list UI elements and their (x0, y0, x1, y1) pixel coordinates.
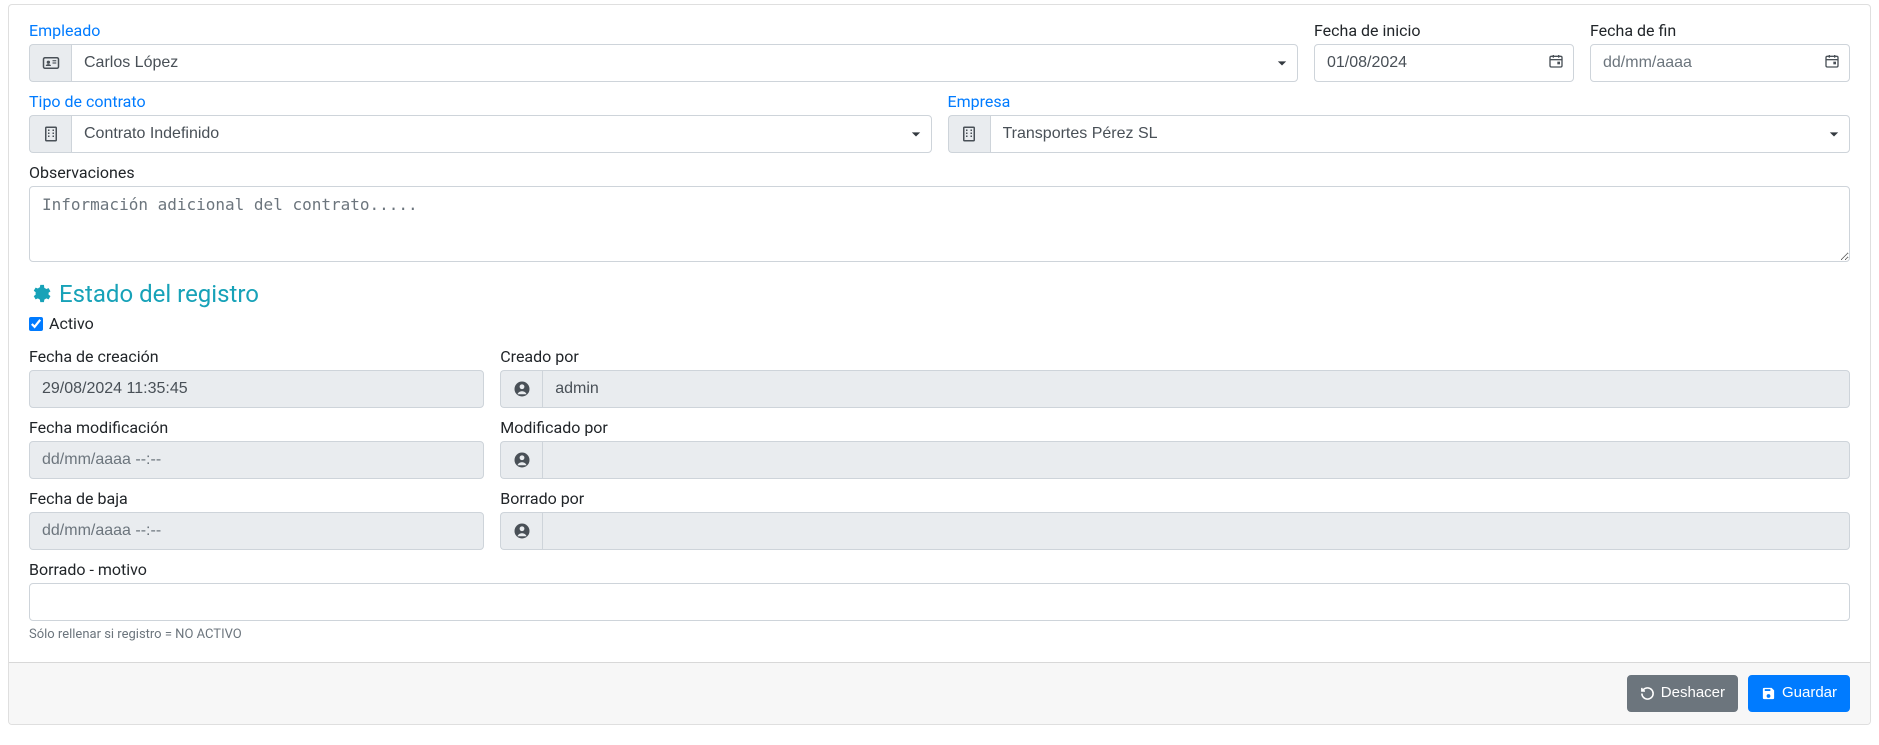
label-borrado-motivo: Borrado - motivo (29, 560, 1850, 579)
label-fecha-creacion: Fecha de creación (29, 347, 484, 366)
label-fecha-fin: Fecha de fin (1590, 21, 1850, 40)
label-observaciones: Observaciones (29, 163, 1850, 182)
input-fecha-fin[interactable] (1590, 44, 1850, 82)
input-group-empleado: Carlos López (29, 44, 1298, 82)
row-modificacion: Fecha modificación Modificado por (29, 418, 1850, 479)
undo-icon (1640, 686, 1655, 701)
input-group-creado-por (500, 370, 1850, 408)
label-tipo-contrato[interactable]: Tipo de contrato (29, 92, 932, 111)
gear-icon (29, 283, 51, 305)
group-fecha-creacion: Fecha de creación (29, 347, 484, 408)
group-fecha-modificacion: Fecha modificación (29, 418, 484, 479)
select-empleado[interactable]: Carlos López (71, 44, 1298, 82)
form-card: Empleado Carlos López Fecha de inicio (8, 4, 1871, 725)
textarea-observaciones[interactable] (29, 186, 1850, 262)
user-icon (500, 441, 542, 479)
group-creado-por: Creado por (500, 347, 1850, 408)
group-fecha-fin: Fecha de fin (1590, 21, 1850, 82)
save-icon (1761, 686, 1776, 701)
input-group-empresa: Transportes Pérez SL (948, 115, 1851, 153)
input-group-modificado-por (500, 441, 1850, 479)
input-borrado-motivo[interactable] (29, 583, 1850, 621)
input-fecha-modificacion (29, 441, 484, 479)
input-fecha-baja (29, 512, 484, 550)
user-icon (500, 370, 542, 408)
label-fecha-modificacion: Fecha modificación (29, 418, 484, 437)
undo-button[interactable]: Deshacer (1627, 675, 1738, 712)
row-creacion: Fecha de creación Creado por (29, 347, 1850, 408)
group-tipo-contrato: Tipo de contrato Contrato Indefinido (29, 92, 932, 153)
section-title: Estado del registro (59, 280, 259, 308)
row-empleado-fechas: Empleado Carlos López Fecha de inicio (29, 21, 1850, 82)
checkbox-activo-row: Activo (29, 314, 1850, 333)
group-modificado-por: Modificado por (500, 418, 1850, 479)
label-fecha-inicio: Fecha de inicio (1314, 21, 1574, 40)
label-empleado[interactable]: Empleado (29, 21, 1298, 40)
select-tipo-contrato[interactable]: Contrato Indefinido (71, 115, 932, 153)
checkbox-activo[interactable] (29, 317, 43, 331)
section-header-estado: Estado del registro (29, 280, 1850, 308)
row-contrato-empresa: Tipo de contrato Contrato Indefinido Emp… (29, 92, 1850, 153)
help-borrado-motivo: Sólo rellenar si registro = NO ACTIVO (29, 627, 1850, 642)
id-card-icon (29, 44, 71, 82)
group-fecha-baja: Fecha de baja (29, 489, 484, 550)
date-input-fin (1590, 44, 1850, 82)
label-modificado-por: Modificado por (500, 418, 1850, 437)
building-icon (948, 115, 990, 153)
user-icon (500, 512, 542, 550)
date-input-inicio (1314, 44, 1574, 82)
building-icon (29, 115, 71, 153)
label-creado-por: Creado por (500, 347, 1850, 366)
label-empresa[interactable]: Empresa (948, 92, 1851, 111)
group-fecha-inicio: Fecha de inicio (1314, 21, 1574, 82)
group-observaciones: Observaciones (29, 163, 1850, 262)
save-button[interactable]: Guardar (1748, 675, 1850, 712)
row-baja: Fecha de baja Borrado por (29, 489, 1850, 550)
group-borrado-motivo: Borrado - motivo Sólo rellenar si regist… (29, 560, 1850, 642)
group-empleado: Empleado Carlos López (29, 21, 1298, 82)
input-group-borrado-por (500, 512, 1850, 550)
input-fecha-inicio[interactable] (1314, 44, 1574, 82)
input-group-tipo-contrato: Contrato Indefinido (29, 115, 932, 153)
input-modificado-por (542, 441, 1850, 479)
input-fecha-creacion (29, 370, 484, 408)
input-creado-por (542, 370, 1850, 408)
label-activo: Activo (49, 314, 94, 333)
card-footer: Deshacer Guardar (9, 662, 1870, 724)
label-borrado-por: Borrado por (500, 489, 1850, 508)
label-fecha-baja: Fecha de baja (29, 489, 484, 508)
select-empresa[interactable]: Transportes Pérez SL (990, 115, 1851, 153)
form-body: Empleado Carlos López Fecha de inicio (9, 5, 1870, 662)
group-empresa: Empresa Transportes Pérez SL (948, 92, 1851, 153)
group-borrado-por: Borrado por (500, 489, 1850, 550)
input-borrado-por (542, 512, 1850, 550)
